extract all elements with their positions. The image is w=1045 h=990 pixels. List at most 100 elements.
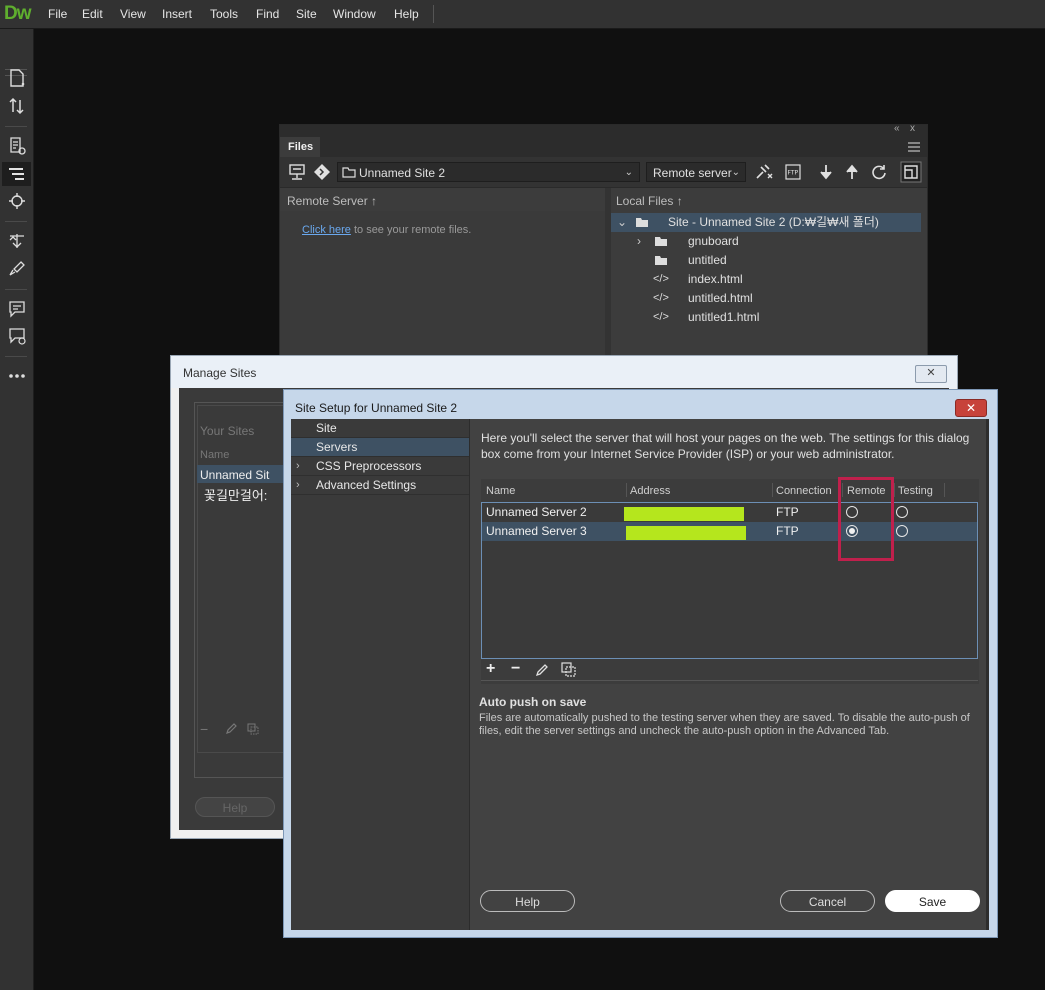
get-files-icon[interactable] [818, 163, 834, 181]
sort-arrows-icon[interactable] [7, 96, 27, 116]
code-file-icon: </> [653, 273, 669, 285]
server-row[interactable]: Unnamed Server 2 FTP [482, 503, 977, 522]
duplicate-icon[interactable] [247, 723, 259, 735]
target-icon[interactable] [7, 191, 27, 211]
column-header-connection[interactable]: Connection [776, 485, 832, 497]
server-connection: FTP [776, 505, 799, 519]
tree-row-gnuboard[interactable]: › gnuboard [611, 232, 921, 251]
edit-icon[interactable] [535, 663, 549, 677]
collapse-panel-icon[interactable]: « [894, 123, 900, 134]
remove-site-icon[interactable]: − [200, 721, 208, 737]
nav-item-site[interactable]: Site [291, 419, 469, 438]
sort-up-icon: ↑ [676, 194, 683, 208]
remove-comment-icon[interactable] [7, 326, 27, 346]
tree-row-untitled-html[interactable]: </> untitled.html [611, 289, 921, 308]
help-button[interactable]: Help [480, 890, 575, 912]
menu-window[interactable]: Window [333, 7, 376, 21]
remote-header-label: Remote Server [287, 194, 368, 208]
local-header[interactable]: Local Files ↑ [616, 194, 683, 208]
column-header-name[interactable]: Name [486, 485, 515, 497]
column-header-address[interactable]: Address [630, 485, 670, 497]
help-button[interactable]: Help [195, 797, 275, 817]
site-dropdown[interactable]: Unnamed Site 2 ⌄ [337, 162, 640, 182]
menu-tools[interactable]: Tools [210, 7, 238, 21]
left-toolbar [0, 29, 34, 990]
menu-edit[interactable]: Edit [82, 7, 103, 21]
edit-icon[interactable] [225, 723, 237, 735]
files-panel: « x Files Unnamed Site 2 ⌄ Remote server… [279, 123, 928, 362]
chevron-down-icon: ⌄ [731, 167, 740, 178]
autopush-description: Files are automatically pushed to the te… [479, 712, 970, 737]
menu-file[interactable]: File [48, 7, 67, 21]
menu-site[interactable]: Site [296, 7, 317, 21]
new-document-icon[interactable] [7, 68, 27, 88]
site-setup-title: Site Setup for Unnamed Site 2 [295, 401, 458, 415]
format-brush-icon[interactable] [7, 259, 27, 279]
put-files-icon[interactable] [844, 163, 860, 181]
nav-item-servers[interactable]: Servers [291, 438, 469, 457]
tree-label: Site - Unnamed Site 2 (D:₩길₩새 폴더) [668, 215, 879, 229]
more-icon[interactable] [7, 366, 27, 386]
site-row-label[interactable]: Unnamed Sit [200, 468, 269, 482]
close-button[interactable]: ✕ [955, 399, 987, 417]
folder-icon [636, 218, 648, 227]
cancel-button[interactable]: Cancel [780, 890, 875, 912]
tree-label: untitled.html [688, 291, 753, 305]
tree-row-untitled1-html[interactable]: </> untitled1.html [611, 308, 921, 327]
testing-radio[interactable] [896, 506, 908, 518]
remote-hint-text: to see your remote files. [350, 224, 472, 236]
server-name: Unnamed Server 2 [486, 505, 587, 519]
comment-icon[interactable] [7, 299, 27, 319]
chevron-down-icon: ⌄ [617, 215, 628, 229]
dialog-scrollbar[interactable] [986, 419, 989, 930]
view-dropdown[interactable]: Remote server ⌄ [646, 162, 746, 182]
menu-view[interactable]: View [120, 7, 146, 21]
folder-icon [342, 167, 356, 178]
tab-files[interactable]: Files [280, 137, 320, 157]
nav-label: Servers [316, 440, 358, 454]
disconnect-icon[interactable] [754, 163, 774, 181]
expand-panel-icon[interactable] [900, 161, 922, 183]
server-row-selected[interactable]: Unnamed Server 3 FTP [482, 522, 977, 541]
remove-server-button[interactable]: − [511, 660, 520, 678]
remote-header[interactable]: Remote Server ↑ [287, 194, 377, 208]
view-dropdown-value: Remote server [653, 166, 732, 180]
ftp-log-icon[interactable]: FTP [784, 163, 802, 181]
nav-item-advanced-settings[interactable]: › Advanced Settings [291, 476, 469, 495]
menu-help[interactable]: Help [394, 7, 419, 21]
connect-icon[interactable] [288, 163, 306, 181]
column-header-testing[interactable]: Testing [898, 485, 933, 497]
panel-menu-icon[interactable] [908, 142, 920, 152]
close-panel-icon[interactable]: x [910, 123, 915, 134]
live-view-icon[interactable] [7, 136, 27, 156]
site-dropdown-value: Unnamed Site 2 [359, 166, 446, 180]
git-icon[interactable] [313, 163, 331, 181]
save-button[interactable]: Save [885, 890, 980, 912]
server-table: Name Address Connection Remote Testing U… [481, 479, 979, 684]
duplicate-icon[interactable] [561, 662, 577, 678]
tree-row-untitled[interactable]: untitled [611, 251, 921, 270]
site-setup-dialog: Site Setup for Unnamed Site 2 ✕ Site Ser… [283, 389, 998, 938]
menu-find[interactable]: Find [256, 7, 279, 21]
close-button[interactable]: ✕ [915, 365, 947, 383]
expand-icon[interactable] [7, 231, 27, 251]
local-pane: Local Files ↑ ⌄ Site - Unnamed Site 2 (D… [611, 188, 927, 361]
tree-row-index[interactable]: </> index.html [611, 270, 921, 289]
menu-insert[interactable]: Insert [162, 7, 192, 21]
testing-radio[interactable] [896, 525, 908, 537]
add-server-button[interactable]: + [486, 660, 495, 678]
refresh-icon[interactable] [870, 163, 888, 181]
click-here-link[interactable]: Click here [302, 224, 351, 236]
site-row-label[interactable]: 꽃길만걸어: [204, 485, 267, 504]
svg-text:FTP: FTP [788, 170, 799, 177]
tree-row-site[interactable]: ⌄ Site - Unnamed Site 2 (D:₩길₩새 폴더) [611, 213, 921, 232]
panel-top-strip: « x [280, 123, 927, 137]
category-nav: Site Servers › CSS Preprocessors › Advan… [291, 419, 470, 930]
tree-label: untitled [688, 253, 727, 267]
site-setup-body: Site Servers › CSS Preprocessors › Advan… [291, 419, 989, 930]
folder-icon [655, 237, 667, 246]
manage-sites-titlebar: Manage Sites ✕ [171, 356, 957, 388]
nav-item-css-preprocessors[interactable]: › CSS Preprocessors [291, 457, 469, 476]
code-collapse-icon[interactable] [7, 164, 27, 184]
nav-label: Site [316, 421, 337, 435]
